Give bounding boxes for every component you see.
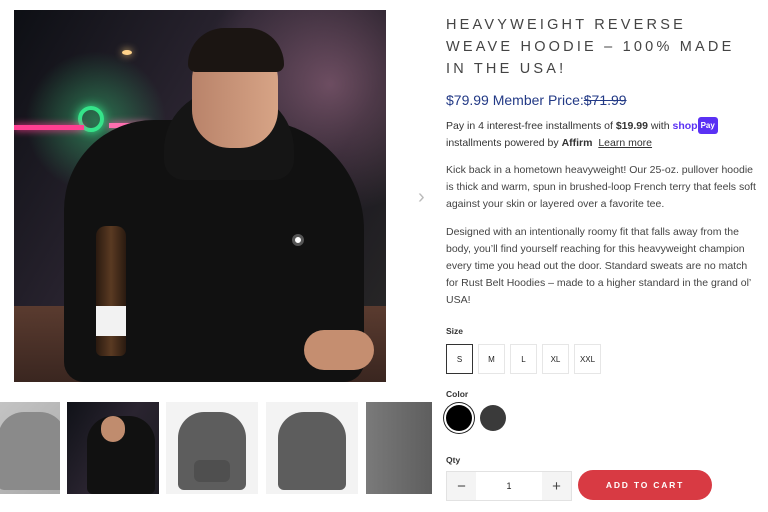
- model-hand: [304, 330, 374, 370]
- bottle-label: [96, 306, 126, 336]
- hoodie-logo: [292, 234, 304, 246]
- color-swatch-black[interactable]: [446, 405, 472, 431]
- product-description: Designed with an intentionally roomy fit…: [446, 226, 751, 306]
- neon-strip: [14, 125, 84, 130]
- installments-info: Pay in 4 interest-free installments of $…: [446, 117, 756, 152]
- bar-lamp: [122, 50, 132, 55]
- model-face: [101, 416, 125, 442]
- product-title: HEAVYWEIGHT REVERSE WEAVE HOODIE – 100% …: [446, 17, 735, 77]
- compare-price: $71.99: [583, 92, 627, 108]
- shop-pay-logo: shop Pay: [673, 117, 718, 134]
- thumbnail[interactable]: [0, 402, 60, 494]
- learn-more-link[interactable]: Learn more: [598, 137, 652, 149]
- thumbnail[interactable]: [166, 402, 258, 494]
- plus-icon[interactable]: +: [542, 472, 571, 500]
- quantity-value[interactable]: 1: [476, 472, 542, 500]
- size-option-s[interactable]: S: [446, 344, 473, 374]
- thumbnail[interactable]: [366, 402, 432, 494]
- size-option-xl[interactable]: XL: [542, 344, 569, 374]
- size-option-l[interactable]: L: [510, 344, 537, 374]
- thumbnail[interactable]: [67, 402, 159, 494]
- member-price-label: Member Price:: [492, 92, 584, 108]
- minus-icon[interactable]: −: [447, 472, 476, 500]
- add-to-cart-button[interactable]: ADD TO CART: [578, 470, 712, 500]
- model-hair: [188, 28, 284, 72]
- affirm-logo: Affirm: [561, 137, 593, 149]
- hoodie-pocket: [194, 460, 230, 482]
- color-selector: [446, 405, 506, 431]
- product-description: Kick back in a hometown heavyweight! Our…: [446, 164, 756, 210]
- size-label: Size: [446, 326, 464, 336]
- hoodie-thumbnail-image: [0, 412, 60, 490]
- installment-amount: $19.99: [615, 120, 648, 132]
- beer-bottle: [96, 226, 126, 356]
- color-swatch-charcoal[interactable]: [480, 405, 506, 431]
- price: $79.99: [446, 92, 489, 108]
- thumbnail[interactable]: [266, 402, 358, 494]
- size-option-xxl[interactable]: XXL: [574, 344, 601, 374]
- qty-label: Qty: [446, 455, 461, 465]
- hoodie-back-image: [278, 412, 346, 490]
- color-label: Color: [446, 389, 469, 399]
- chevron-right-icon[interactable]: ›: [418, 186, 425, 209]
- price-row: $79.99 Member Price:$71.99: [446, 92, 627, 108]
- quantity-stepper: − 1 +: [446, 471, 572, 501]
- size-option-m[interactable]: M: [478, 344, 505, 374]
- main-product-image[interactable]: [14, 10, 386, 382]
- size-selector: S M L XL XXL: [446, 344, 601, 374]
